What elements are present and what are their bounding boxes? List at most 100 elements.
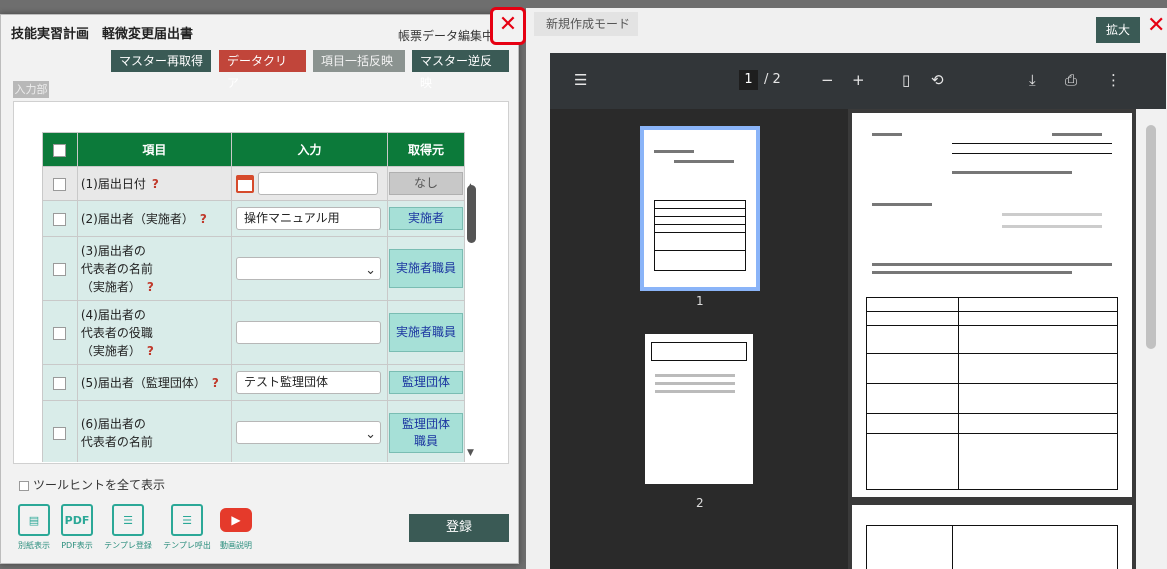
- source-badge: 実施者職員: [389, 313, 463, 352]
- print-view-button[interactable]: ▤ 別紙表示: [16, 504, 52, 551]
- pdf-page-2: [852, 505, 1132, 569]
- table-row: (2)届出者（実施者）? 操作マニュアル用 実施者: [42, 200, 465, 237]
- supervisor-rep-select[interactable]: ⌄: [236, 421, 382, 444]
- close-icon[interactable]: ✕: [490, 7, 526, 45]
- chevron-down-icon: ⌄: [365, 263, 377, 278]
- tooltip-checkbox[interactable]: [19, 480, 29, 491]
- table-row: (3)届出者の 代表者の名前 （実施者）? ⌄ 実施者職員: [42, 236, 465, 301]
- help-icon[interactable]: ?: [212, 376, 219, 390]
- source-badge: 監理団体: [389, 371, 463, 394]
- row-label: (4)届出者の 代表者の役職 （実施者）: [80, 307, 153, 358]
- register-button[interactable]: 登録: [409, 514, 509, 542]
- page-thumbnail-2[interactable]: [645, 334, 753, 484]
- print-view-label: 別紙表示: [18, 541, 50, 550]
- video-guide-label: 動画説明: [220, 541, 252, 550]
- zoom-out-icon[interactable]: −: [821, 71, 834, 89]
- table-row: (4)届出者の 代表者の役職 （実施者）? 実施者職員: [42, 300, 465, 365]
- panel-close-icon[interactable]: ✕: [1147, 13, 1165, 38]
- row-label: (1)届出日付: [80, 176, 146, 191]
- help-icon[interactable]: ?: [147, 344, 154, 358]
- page-number-input[interactable]: 1: [739, 70, 758, 90]
- master-reverse-button[interactable]: マスター逆反映: [412, 50, 509, 90]
- bulk-apply-button[interactable]: 項目一括反映: [313, 50, 405, 72]
- help-icon[interactable]: ?: [152, 177, 159, 191]
- tooltip-toggle[interactable]: ツールヒントを全て表示: [19, 476, 165, 493]
- pdf-page-1: [852, 113, 1132, 497]
- calendar-icon[interactable]: [236, 174, 255, 193]
- pdf-page-view[interactable]: [848, 109, 1166, 569]
- print-icon[interactable]: ⎙: [1065, 71, 1077, 89]
- fit-page-icon[interactable]: ▯: [902, 71, 910, 89]
- pdf-view-label: PDF表示: [61, 541, 93, 550]
- document-icon: ▤: [18, 504, 50, 536]
- supervisor-input[interactable]: テスト監理団体: [236, 371, 382, 394]
- expand-button[interactable]: 拡大: [1096, 17, 1140, 43]
- chevron-down-icon: ⌄: [365, 427, 377, 442]
- pdf-view-button[interactable]: PDF PDF表示: [59, 504, 95, 551]
- input-section-tag: 入力部: [13, 81, 49, 98]
- dialog-title: 技能実習計画 軽微変更届出書: [11, 27, 194, 42]
- row-label: (5)届出者（監理団体）: [80, 375, 206, 390]
- rotate-icon[interactable]: ⟲: [931, 71, 944, 89]
- table-scrollbar-thumb[interactable]: [467, 185, 476, 243]
- table-row: (1)届出日付? なし: [42, 166, 465, 201]
- row-checkbox[interactable]: [53, 262, 67, 276]
- source-badge: なし: [389, 172, 463, 195]
- applicant-input[interactable]: 操作マニュアル用: [236, 207, 382, 230]
- pdf-toolbar: ☰ 1 / 2 − + ▯ ⟲ ⤓ ⎙ ⋮: [550, 53, 1166, 109]
- page-separator: /: [764, 72, 769, 87]
- tooltip-label: ツールヒントを全て表示: [33, 478, 166, 492]
- page-total: / 2: [764, 72, 781, 87]
- select-all-checkbox[interactable]: [53, 143, 67, 157]
- select-all-header[interactable]: [42, 132, 78, 167]
- preview-panel: 新規作成モード 拡大 ✕ ☰ 1 / 2 − + ▯ ⟲ ⤓ ⎙ ⋮ 1 2: [526, 8, 1167, 569]
- help-icon[interactable]: ?: [147, 280, 154, 294]
- thumbnail-page-number: 1: [696, 294, 704, 308]
- page-thumbnail-1[interactable]: [640, 126, 760, 291]
- row-label: (6)届出者の 代表者の名前: [80, 416, 153, 449]
- template-load-button[interactable]: ☰ テンプレ呼出: [161, 504, 213, 551]
- position-input[interactable]: [236, 321, 382, 344]
- source-badge: 実施者職員: [389, 249, 463, 288]
- table-row: (5)届出者（監理団体）? テスト監理団体 監理団体: [42, 364, 465, 401]
- date-input[interactable]: [258, 172, 379, 195]
- row-checkbox[interactable]: [53, 326, 67, 340]
- template-save-icon: ☰: [112, 504, 144, 536]
- pdf-scrollbar[interactable]: [1136, 109, 1166, 569]
- download-icon[interactable]: ⤓: [1029, 71, 1036, 89]
- play-icon: ▶: [220, 508, 252, 532]
- template-save-button[interactable]: ☰ テンプレ登録: [104, 504, 152, 551]
- help-icon[interactable]: ?: [200, 212, 207, 226]
- scroll-down-icon[interactable]: ▼: [467, 448, 474, 458]
- create-mode-tab: 新規作成モード: [534, 12, 638, 36]
- source-badge: 実施者: [389, 207, 463, 230]
- row-checkbox[interactable]: [53, 426, 67, 440]
- representative-select[interactable]: ⌄: [236, 257, 382, 280]
- pdf-viewer: ☰ 1 / 2 − + ▯ ⟲ ⤓ ⎙ ⋮ 1 2: [550, 53, 1166, 569]
- row-checkbox[interactable]: [53, 212, 67, 226]
- row-checkbox[interactable]: [53, 177, 67, 191]
- header-item: 項目: [76, 132, 233, 167]
- menu-icon[interactable]: ☰: [574, 71, 587, 89]
- source-badge: 監理団体 職員: [389, 412, 463, 453]
- video-guide-button[interactable]: ▶ 動画説明: [218, 504, 254, 551]
- more-options-icon[interactable]: ⋮: [1106, 71, 1121, 89]
- template-load-label: テンプレ呼出: [163, 541, 211, 550]
- edit-mode-label: 帳票データ編集中: [398, 29, 495, 43]
- input-table-panel: 項目 入力 取得元 (1)届出日付? なし (2)届出者（実施者） ? 操作マニ…: [13, 101, 509, 464]
- edit-dialog: 技能実習計画 軽微変更届出書 帳票データ編集中 ✕ マスター再取得 データクリア…: [0, 7, 526, 564]
- table-row: (6)届出者の 代表者の名前 ⌄ 監理団体 職員: [42, 400, 465, 462]
- row-label: (3)届出者の 代表者の名前 （実施者）: [80, 243, 153, 294]
- thumbnail-sidebar: 1 2: [550, 109, 848, 569]
- zoom-in-icon[interactable]: +: [852, 71, 865, 89]
- page-count: 2: [772, 72, 781, 87]
- input-table-scroll[interactable]: 項目 入力 取得元 (1)届出日付? なし (2)届出者（実施者） ? 操作マニ…: [42, 132, 465, 462]
- remaster-button[interactable]: マスター再取得: [111, 50, 211, 72]
- header-source: 取得元: [387, 132, 465, 167]
- thumbnail-page-number: 2: [696, 496, 704, 510]
- row-checkbox[interactable]: [53, 376, 67, 390]
- template-save-label: テンプレ登録: [104, 541, 152, 550]
- data-clear-button[interactable]: データクリア: [219, 50, 306, 90]
- row-label: (2)届出者（実施者）: [80, 211, 194, 226]
- pdf-scrollbar-thumb[interactable]: [1146, 125, 1156, 349]
